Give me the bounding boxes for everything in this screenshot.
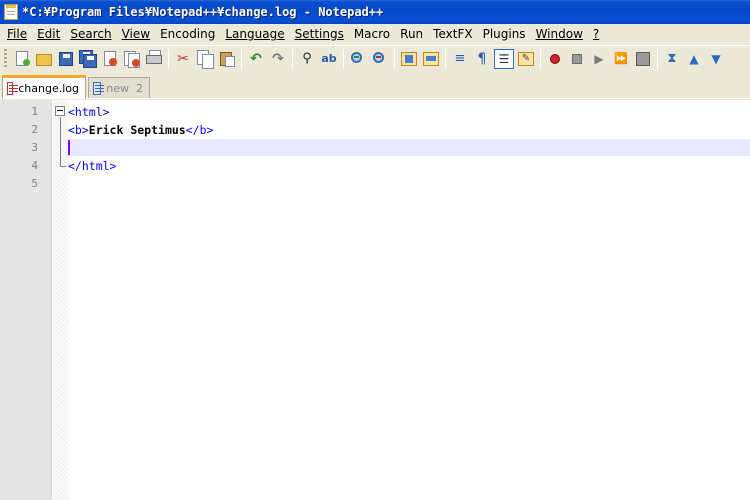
play-macro-icon[interactable]: ▶ (589, 49, 609, 69)
show-all-chars-icon[interactable]: ¶ (472, 49, 492, 69)
toolbar-separator (657, 49, 658, 69)
menu-help[interactable]: ? (588, 25, 604, 44)
tab-strip: change.log new 2 (0, 72, 750, 99)
line-number: 5 (31, 177, 38, 190)
toolbar-separator (540, 49, 541, 69)
menu-bar: File Edit Search View Encoding Language … (0, 24, 750, 45)
editor-area[interactable]: 1 2 3 4 5 <html> <b>Erick Septimus</b> <… (0, 100, 750, 500)
tab-label: new 2 (106, 81, 143, 95)
line-number: 3 (31, 141, 38, 154)
move-up-icon[interactable]: ▲ (684, 49, 704, 69)
indent-guide-icon[interactable]: ☰ (494, 49, 514, 69)
fold-margin[interactable] (53, 100, 69, 500)
menu-run-label: Run (400, 27, 424, 41)
copy-icon[interactable] (195, 49, 215, 69)
menu-textfx-label: TextFX (433, 27, 473, 41)
modified-file-icon (7, 82, 19, 95)
menu-search-label: Search (70, 27, 112, 41)
tab-new-2[interactable]: new 2 (88, 77, 150, 98)
current-line-highlight (68, 139, 750, 156)
line-number: 1 (31, 105, 38, 118)
toolbar: ✂ ↶ ↷ ⚲ ab ≡ ¶ ☰ ✎ ▶ ⏩ ⧗ ▲ ▼ (0, 45, 750, 72)
undo-icon[interactable]: ↶ (246, 49, 266, 69)
replace-icon[interactable]: ab (319, 49, 339, 69)
word-wrap-icon[interactable]: ≡ (450, 49, 470, 69)
line-number-margin: 1 2 3 4 5 (0, 100, 52, 500)
menu-language-label: Language (225, 27, 285, 41)
unmodified-file-icon (93, 81, 105, 95)
menu-window[interactable]: Window (531, 25, 588, 44)
menu-run[interactable]: Run (395, 25, 428, 44)
toolbar-separator (241, 49, 242, 69)
menu-language[interactable]: Language (220, 25, 289, 44)
save-all-icon[interactable] (78, 49, 98, 69)
menu-settings[interactable]: Settings (290, 25, 349, 44)
code-line-4[interactable]: </html> (68, 157, 116, 175)
cut-icon[interactable]: ✂ (173, 49, 193, 69)
menu-file-label: File (7, 27, 28, 41)
fold-line (60, 117, 61, 166)
fold-end-marker (60, 166, 66, 167)
menu-settings-label: Settings (294, 27, 344, 41)
line-number: 4 (31, 159, 38, 172)
toolbar-separator (445, 49, 446, 69)
menu-search[interactable]: Search (65, 25, 116, 44)
user-lang-icon[interactable]: ✎ (516, 49, 536, 69)
find-icon[interactable]: ⚲ (297, 49, 317, 69)
line-number: 2 (31, 123, 38, 136)
stop-macro-icon[interactable] (567, 49, 587, 69)
close-icon[interactable] (100, 49, 120, 69)
tag-close: </b> (185, 123, 214, 137)
menu-plugins-label: Plugins (482, 27, 526, 41)
menu-encoding-label: Encoding (160, 27, 216, 41)
menu-window-label: Window (535, 27, 583, 41)
toolbar-separator (394, 49, 395, 69)
fold-toggle-icon[interactable] (55, 106, 65, 116)
tab-label: change.log (18, 82, 79, 95)
window-title: *C:¥Program Files¥Notepad++¥change.log -… (22, 5, 384, 19)
zoom-out-icon[interactable] (370, 49, 390, 69)
menu-edit-label: Edit (37, 27, 61, 41)
notepad-app-icon[interactable] (4, 4, 18, 20)
zoom-in-icon[interactable] (348, 49, 368, 69)
code-line-2[interactable]: <b>Erick Septimus</b> (68, 121, 213, 139)
move-down-icon[interactable]: ▼ (706, 49, 726, 69)
open-file-icon[interactable] (34, 49, 54, 69)
record-macro-icon[interactable] (545, 49, 565, 69)
toolbar-separator (343, 49, 344, 69)
fold-all-icon[interactable]: ⧗ (662, 49, 682, 69)
redo-icon[interactable]: ↷ (268, 49, 288, 69)
menu-macro[interactable]: Macro (349, 25, 395, 44)
menu-help-label: ? (592, 27, 600, 41)
sync-horizontal-icon[interactable] (421, 49, 441, 69)
tag-open: <b> (68, 123, 89, 137)
menu-macro-label: Macro (353, 27, 391, 41)
sync-vertical-icon[interactable] (399, 49, 419, 69)
menu-view[interactable]: View (117, 25, 155, 44)
toolbar-separator (292, 49, 293, 69)
toolbar-separator (168, 49, 169, 69)
menu-textfx[interactable]: TextFX (428, 25, 477, 44)
save-icon[interactable] (56, 49, 76, 69)
menu-plugins[interactable]: Plugins (478, 25, 531, 44)
run-macro-multiple-icon[interactable]: ⏩ (611, 49, 631, 69)
bold-text: Erick Septimus (88, 123, 186, 137)
save-macro-icon[interactable] (633, 49, 653, 69)
print-icon[interactable] (144, 49, 164, 69)
menu-encoding[interactable]: Encoding (155, 25, 220, 44)
title-bar: *C:¥Program Files¥Notepad++¥change.log -… (0, 0, 750, 24)
menu-view-label: View (121, 27, 151, 41)
paste-icon[interactable] (217, 49, 237, 69)
close-all-icon[interactable] (122, 49, 142, 69)
code-line-1[interactable]: <html> (68, 103, 110, 121)
toolbar-grip[interactable] (4, 49, 7, 69)
tab-change-log[interactable]: change.log (2, 75, 86, 99)
new-file-icon[interactable] (12, 49, 32, 69)
menu-file[interactable]: File (2, 25, 32, 44)
text-caret (68, 140, 70, 155)
menu-edit[interactable]: Edit (32, 25, 65, 44)
